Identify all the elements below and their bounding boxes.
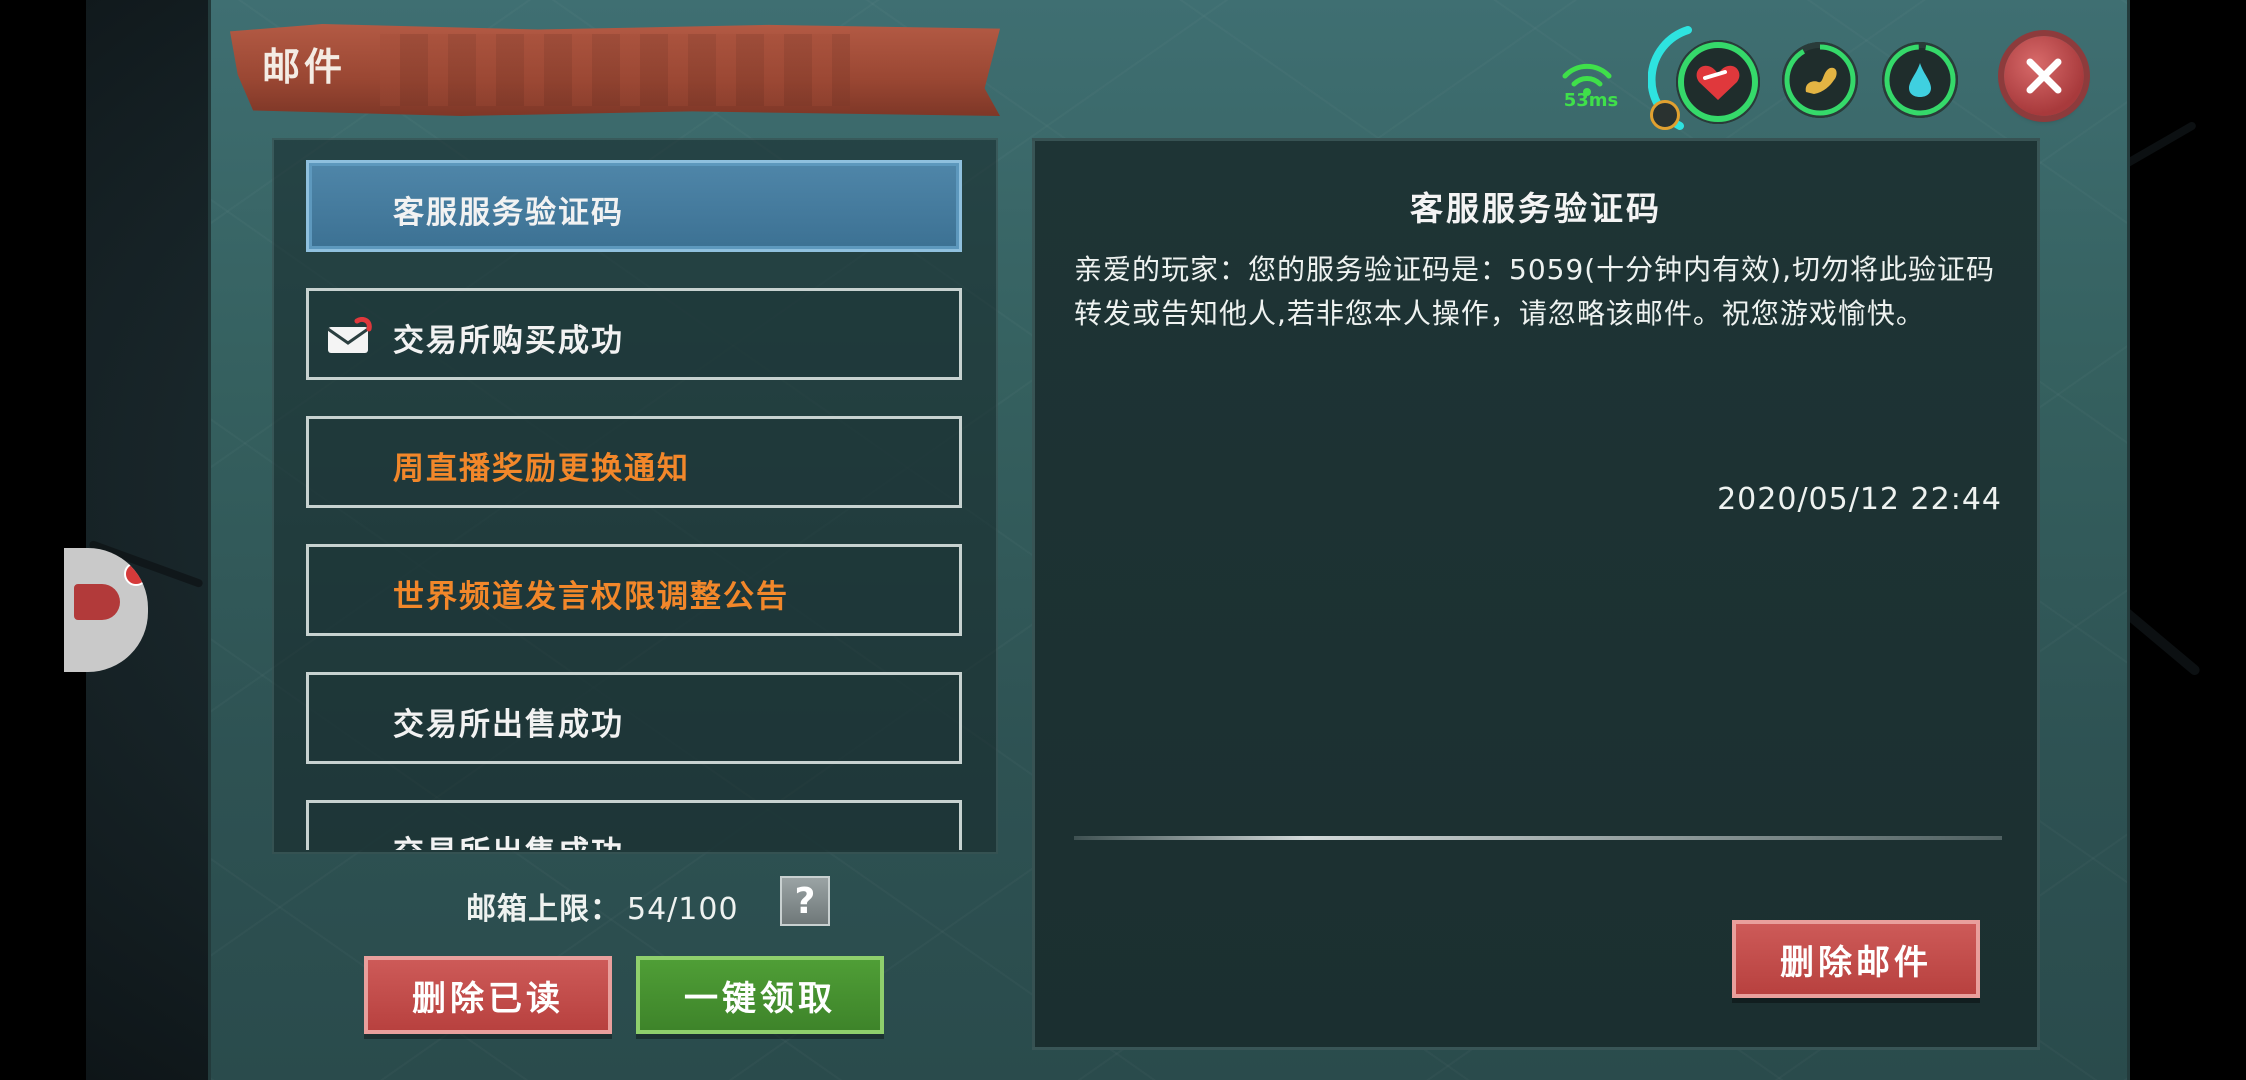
ping-readout: 53ms [1563,90,1619,111]
delete-mail-button[interactable]: 删除邮件 [1732,920,1980,998]
mail-item[interactable]: 交易所购买成功 [306,288,962,380]
close-icon [2026,58,2062,94]
mail-item-title: 交易所出售成功 [393,827,624,850]
mail-envelope-icon [327,317,372,353]
mail-detail-body: 亲爱的玩家：您的服务验证码是：5059(十分钟内有效),切勿将此验证码转发或告知… [1074,253,1996,330]
mail-detail-title: 客服服务验证码 [1410,189,1662,228]
mailbox-capacity-value: 54/100 [627,892,739,927]
health-heart-icon [1696,65,1740,100]
mailbox-capacity-label: 邮箱上限： [466,892,621,927]
thirst-stat[interactable] [1882,42,1958,118]
mailbox-capacity: 邮箱上限： 54/100 [466,884,739,928]
claim-all-button[interactable]: 一键领取 [636,956,884,1034]
mail-list[interactable]: 客服服务验证码 交易所购买成功 周直播奖励更换通知 世界频道发言权限调整公告 交… [272,150,994,850]
shield-badge-icon [1650,100,1680,130]
hunger-stat[interactable] [1782,42,1858,118]
game-screen: 邮件 53ms 客服服务验证码 交易所购买成功 周直播奖励更换通知 世界频道发言… [0,0,2246,1080]
help-button[interactable]: ? [780,876,830,926]
mail-item[interactable]: 世界频道发言权限调整公告 [306,544,962,636]
health-stat[interactable] [1676,40,1760,124]
mail-item[interactable]: 周直播奖励更换通知 [306,416,962,508]
mail-item-title: 交易所购买成功 [393,323,624,359]
mail-item-title: 世界频道发言权限调整公告 [393,579,789,615]
mail-item-title: 客服服务验证码 [393,195,624,231]
mail-item-title: 交易所出售成功 [393,707,624,743]
page-title: 邮件 [262,45,347,89]
close-button[interactable] [2004,36,2084,116]
avatar-face-icon [74,584,120,620]
detail-divider [1074,836,2002,840]
delete-read-button[interactable]: 删除已读 [364,956,612,1034]
stomach-food-icon [1805,67,1837,94]
mail-item[interactable]: 交易所出售成功 [306,672,962,764]
mail-item-title: 周直播奖励更换通知 [393,451,690,487]
mail-item[interactable]: 交易所出售成功 [306,800,962,850]
mail-item-selected[interactable]: 客服服务验证码 [306,160,962,252]
water-drop-icon [1909,63,1931,97]
notification-dot [124,562,148,586]
mail-detail-timestamp: 2020/05/12 22:44 [1717,482,2002,517]
